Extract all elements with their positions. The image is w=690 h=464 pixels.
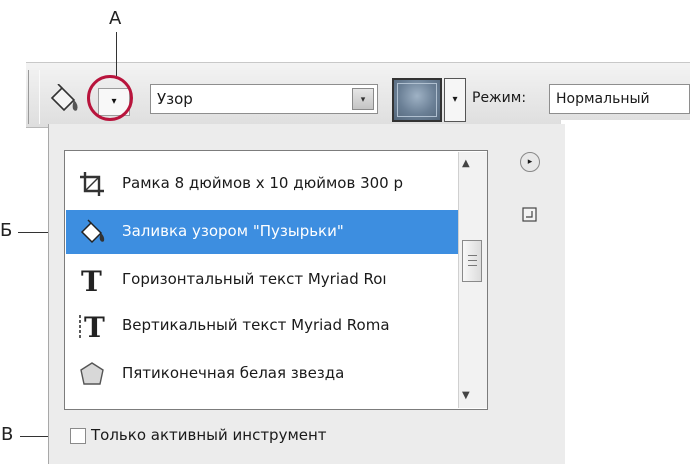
callout-highlight-circle — [87, 75, 133, 121]
current-tool-only-label: Только активный инструмент — [91, 426, 327, 444]
mode-value: Нормальный — [556, 91, 650, 107]
scroll-up-arrow[interactable]: ▲ — [462, 158, 470, 169]
polygon-icon — [80, 362, 104, 385]
fill-source-value: Узор — [157, 90, 193, 108]
list-item-label: Вертикальный текст Myriad Roma — [122, 316, 390, 334]
pattern-swatch-inner — [397, 83, 437, 117]
list-item-label: Пятиконечная белая звезда — [122, 364, 345, 382]
vertical-type-icon: T — [79, 312, 105, 340]
fill-source-dropdown-button[interactable]: ▾ — [352, 88, 374, 110]
list-item[interactable]: Рамка 8 дюймов x 10 дюймов 300 р — [66, 162, 460, 206]
paint-bucket-icon[interactable] — [46, 84, 82, 116]
picker-menu-button[interactable]: ▸ — [520, 152, 540, 172]
list-item-label: Горизонтальный текст Myriad Roı — [122, 270, 387, 288]
current-tool-only-checkbox[interactable] — [70, 428, 86, 444]
mode-label: Режим: — [472, 90, 527, 106]
callout-letter-v: В — [1, 424, 14, 445]
crop-icon — [80, 172, 104, 196]
callout-line-a — [116, 32, 117, 76]
list-item-selected[interactable]: Заливка узором "Пузырьки" — [66, 210, 460, 254]
list-item-label: Заливка узором "Пузырьки" — [122, 222, 344, 240]
new-preset-icon[interactable] — [520, 204, 540, 224]
list-item[interactable]: Пятиконечная белая звезда — [66, 352, 460, 396]
pattern-picker-button[interactable]: ▾ — [444, 78, 466, 122]
options-bar-grip[interactable] — [28, 70, 40, 124]
scroll-down-arrow[interactable]: ▼ — [462, 390, 470, 401]
document-area — [560, 120, 690, 464]
horizontal-type-icon: T — [81, 266, 102, 294]
callout-letter-a: А — [109, 8, 122, 29]
svg-text:T: T — [81, 266, 102, 294]
scrollbar-thumb[interactable] — [462, 240, 482, 282]
list-item[interactable]: T Вертикальный текст Myriad Roma — [66, 304, 460, 348]
list-item-label: Рамка 8 дюймов x 10 дюймов 300 р — [122, 174, 404, 192]
paint-bucket-icon — [80, 219, 105, 244]
list-item[interactable]: T Горизонтальный текст Myriad Roı — [66, 258, 460, 302]
callout-letter-b: Б — [0, 220, 13, 241]
svg-text:T: T — [84, 312, 105, 340]
